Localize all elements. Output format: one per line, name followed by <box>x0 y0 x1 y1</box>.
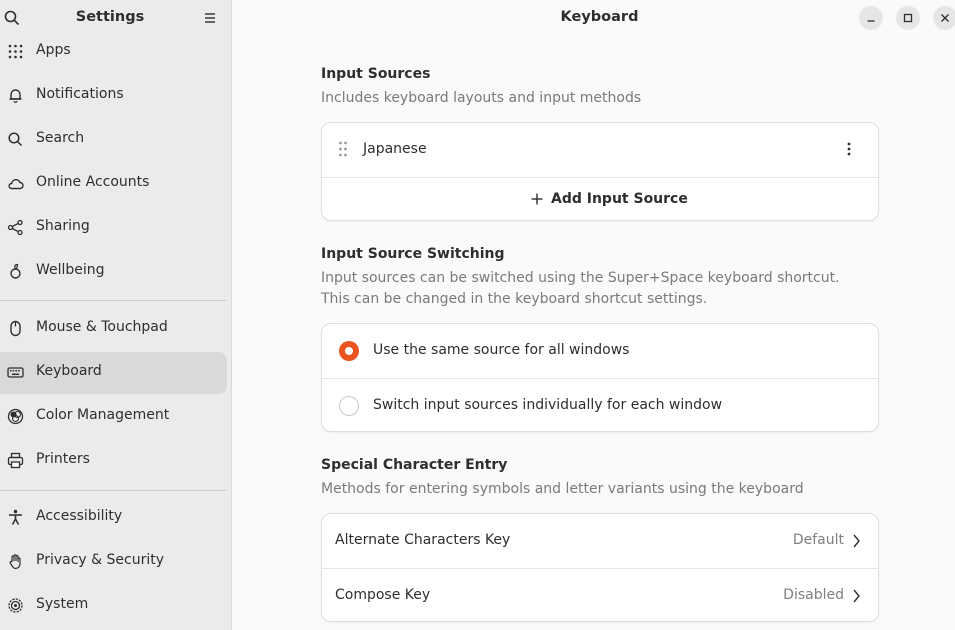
add-input-source-button[interactable]: Add Input Source <box>322 178 878 220</box>
sidebar-title: Settings <box>75 9 145 25</box>
radio-selected[interactable] <box>339 341 359 361</box>
sidebar-item-search[interactable]: Search <box>0 119 227 161</box>
sidebar-item-label: Sharing <box>36 218 90 234</box>
system-gear-icon <box>8 598 23 613</box>
sidebar-item-system[interactable]: System <box>0 585 227 627</box>
special-title: Special Character Entry <box>321 457 508 473</box>
input-sources-title: Input Sources <box>321 66 431 82</box>
printer-icon <box>7 452 24 469</box>
chevron-right-icon <box>853 534 860 548</box>
sidebar-item-accessibility[interactable]: Accessibility <box>0 497 227 539</box>
sidebar-divider <box>0 300 227 301</box>
close-button[interactable] <box>933 6 955 30</box>
sidebar-divider <box>0 490 227 491</box>
color-icon <box>7 408 24 425</box>
sidebar-item-apps[interactable]: Apps <box>0 31 227 73</box>
sidebar-item-label: Color Management <box>36 407 170 423</box>
radio-unselected[interactable] <box>339 396 359 416</box>
sidebar-item-label: Mouse & Touchpad <box>36 319 168 335</box>
sidebar-item-wellbeing[interactable]: Wellbeing <box>0 251 227 293</box>
sidebar: Settings Apps Notifications Search Onlin… <box>0 0 232 630</box>
option-label: Switch input sources individually for ea… <box>373 397 723 413</box>
alternate-characters-key-row[interactable]: Alternate Characters Key Default <box>322 514 878 568</box>
special-description: Methods for entering symbols and letter … <box>321 481 804 497</box>
input-sources-description: Includes keyboard layouts and input meth… <box>321 90 642 106</box>
sidebar-item-label: Search <box>36 130 85 146</box>
switch-option-per-window[interactable]: Switch input sources individually for ea… <box>322 379 878 431</box>
titlebar: Keyboard <box>233 0 955 36</box>
sidebar-item-printers[interactable]: Printers <box>0 440 227 482</box>
mouse-icon <box>10 320 21 337</box>
bell-icon <box>9 89 22 103</box>
drag-handle-icon[interactable] <box>338 141 348 157</box>
switch-option-same-source[interactable]: Use the same source for all windows <box>322 324 878 378</box>
search-icon <box>8 132 23 147</box>
main-panel: Keyboard Input Sources Includes keyboard… <box>233 0 955 630</box>
sidebar-item-label: Printers <box>36 451 90 467</box>
sidebar-item-label: Online Accounts <box>36 174 150 190</box>
minimize-icon <box>867 20 875 22</box>
cloud-icon <box>8 179 24 190</box>
close-icon <box>941 14 949 22</box>
switching-description-line1: Input sources can be switched using the … <box>321 270 840 286</box>
minimize-button[interactable] <box>859 6 883 30</box>
sidebar-item-sharing[interactable]: Sharing <box>0 207 227 249</box>
more-options-icon[interactable] <box>841 141 857 157</box>
sidebar-item-label: Apps <box>36 42 71 58</box>
row-value: Default <box>792 532 844 548</box>
sidebar-item-privacy-security[interactable]: Privacy & Security <box>0 541 227 583</box>
chevron-right-icon <box>853 589 860 603</box>
switching-title: Input Source Switching <box>321 246 505 262</box>
input-source-label: Japanese <box>363 141 427 157</box>
maximize-icon <box>903 13 913 23</box>
hand-icon <box>9 554 21 570</box>
sidebar-item-online-accounts[interactable]: Online Accounts <box>0 163 227 205</box>
sidebar-item-keyboard[interactable]: Keyboard <box>0 352 227 394</box>
plus-icon <box>531 193 543 205</box>
sidebar-item-mouse-touchpad[interactable]: Mouse & Touchpad <box>0 308 227 350</box>
input-source-row[interactable]: Japanese <box>322 123 878 177</box>
maximize-button[interactable] <box>896 6 920 30</box>
wellbeing-icon <box>10 263 21 279</box>
row-label: Alternate Characters Key <box>335 532 511 548</box>
switching-card: Use the same source for all windows Swit… <box>321 323 879 432</box>
row-value: Disabled <box>783 587 844 603</box>
sidebar-item-label: Keyboard <box>36 363 102 379</box>
input-sources-card: Japanese Add Input Source <box>321 122 879 221</box>
row-label: Compose Key <box>335 587 431 603</box>
sidebar-item-color-management[interactable]: Color Management <box>0 396 227 438</box>
option-label: Use the same source for all windows <box>373 342 630 358</box>
share-icon <box>7 219 23 236</box>
window-title: Keyboard <box>560 9 639 25</box>
compose-key-row[interactable]: Compose Key Disabled <box>322 569 878 621</box>
sidebar-item-label: Privacy & Security <box>36 552 164 568</box>
special-card: Alternate Characters Key Default Compose… <box>321 513 879 622</box>
hamburger-menu-icon[interactable] <box>202 10 218 26</box>
add-input-source-label: Add Input Source <box>551 191 688 207</box>
sidebar-item-label: System <box>36 596 89 612</box>
apps-grid-icon <box>8 44 23 59</box>
accessibility-icon <box>9 509 22 525</box>
sidebar-item-notifications[interactable]: Notifications <box>0 75 227 117</box>
keyboard-icon <box>7 367 24 378</box>
switching-description-line2: This can be changed in the keyboard shor… <box>321 291 708 307</box>
sidebar-item-label: Accessibility <box>36 508 123 524</box>
sidebar-item-label: Notifications <box>36 86 124 102</box>
sidebar-item-label: Wellbeing <box>36 262 105 278</box>
